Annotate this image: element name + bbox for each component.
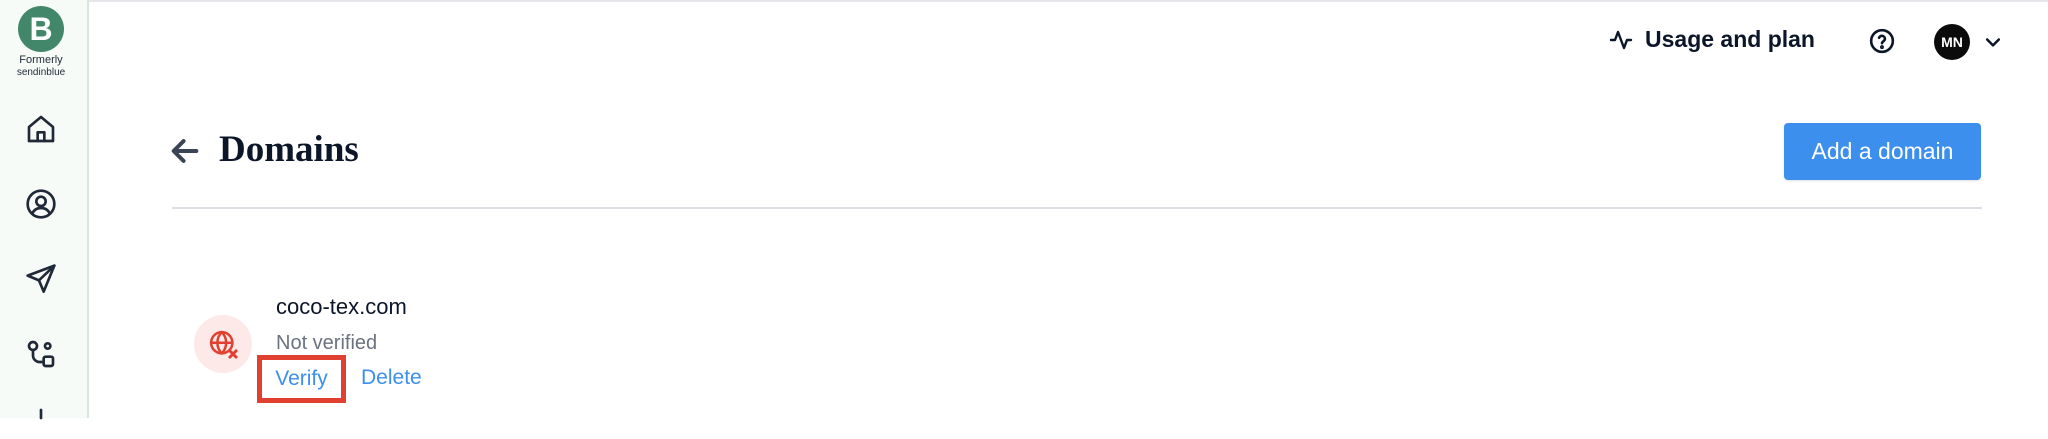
- sidebar-item-campaigns[interactable]: [24, 262, 58, 296]
- automations-icon: [27, 340, 55, 368]
- page-title: Domains: [219, 129, 359, 170]
- add-domain-button[interactable]: Add a domain: [1784, 123, 1981, 180]
- top-border: [0, 0, 2048, 2]
- campaigns-send-icon: [26, 264, 56, 293]
- contacts-icon: [26, 189, 56, 219]
- sidebar-item-contacts[interactable]: [24, 187, 58, 221]
- formerly-label: Formerly: [19, 54, 63, 66]
- sidebar-item-more[interactable]: [24, 405, 58, 439]
- usage-and-plan-button[interactable]: Usage and plan: [1609, 26, 1815, 53]
- usage-and-plan-label: Usage and plan: [1645, 26, 1815, 52]
- chevron-down-icon[interactable]: [1983, 32, 2003, 52]
- arrow-left-icon[interactable]: [168, 134, 202, 168]
- verify-domain-link[interactable]: Verify: [257, 355, 346, 403]
- domain-status-icon: [194, 315, 252, 373]
- domain-status: Not verified: [276, 332, 378, 354]
- delete-domain-link[interactable]: Delete: [361, 366, 422, 390]
- user-avatar[interactable]: MN: [1934, 24, 1970, 60]
- more-icon: [39, 408, 43, 420]
- globe-error-icon: [209, 330, 238, 359]
- sidebar-item-home[interactable]: [24, 112, 58, 146]
- header-divider: [172, 207, 1982, 209]
- sidebar-item-automations[interactable]: [24, 337, 58, 371]
- domain-name: coco-tex.com: [276, 294, 407, 319]
- home-icon: [27, 115, 55, 143]
- formerly-brand-label: sendinblue: [16, 67, 66, 78]
- activity-icon: [1609, 30, 1633, 49]
- brevo-logo[interactable]: B: [18, 6, 64, 52]
- help-circle-icon[interactable]: [1869, 28, 1895, 54]
- sidebar: B Formerly sendinblue: [0, 0, 89, 420]
